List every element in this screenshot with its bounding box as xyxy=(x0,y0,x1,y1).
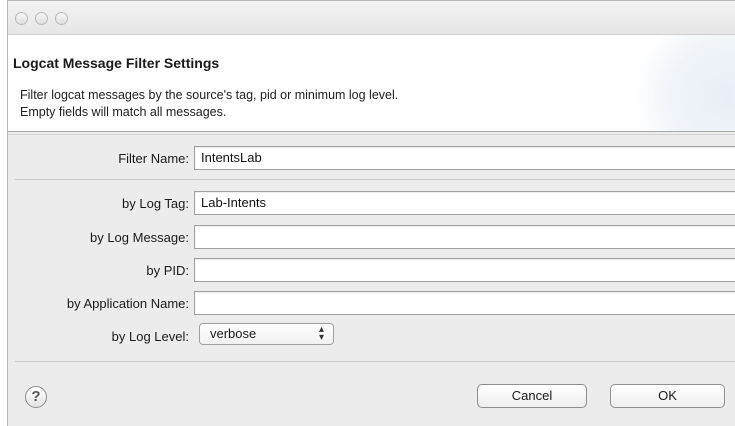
description-line: Empty fields will match all messages. xyxy=(20,105,227,119)
banner-divider xyxy=(8,134,735,135)
log-tag-label: by Log Tag: xyxy=(122,196,189,211)
app-name-label: by Application Name: xyxy=(66,296,189,311)
minimize-icon[interactable] xyxy=(35,12,48,25)
log-tag-input[interactable]: Lab-Intents xyxy=(194,191,735,215)
log-level-label: by Log Level: xyxy=(111,329,189,344)
description-line: Filter logcat messages by the source's t… xyxy=(20,88,399,102)
dialog-banner: Logcat Message Filter Settings Filter lo… xyxy=(8,35,735,132)
cancel-button[interactable]: Cancel xyxy=(477,384,587,408)
up-down-arrows-icon: ▴ ▾ xyxy=(318,324,324,343)
help-button[interactable]: ? xyxy=(25,386,47,408)
title-bar xyxy=(8,1,735,35)
footer-divider xyxy=(15,361,735,362)
dialog-window: Logcat Message Filter Settings Filter lo… xyxy=(7,0,735,426)
log-level-value: verbose xyxy=(210,326,257,341)
log-message-label: by Log Message: xyxy=(89,230,189,245)
app-name-input[interactable] xyxy=(194,291,735,315)
log-level-select[interactable]: verbose ▴ ▾ xyxy=(199,323,334,345)
filter-name-label: Filter Name: xyxy=(118,151,189,166)
dialog-title: Logcat Message Filter Settings xyxy=(13,55,220,71)
dialog-description: Filter logcat messages by the source's t… xyxy=(20,87,398,121)
pid-label: by PID: xyxy=(146,263,189,278)
log-message-input[interactable] xyxy=(194,225,735,249)
filter-name-input[interactable]: IntentsLab xyxy=(194,146,735,170)
ok-button[interactable]: OK xyxy=(610,384,725,408)
pid-input[interactable] xyxy=(194,258,735,282)
close-icon[interactable] xyxy=(15,12,28,25)
section-divider xyxy=(15,179,735,180)
banner-graphic xyxy=(625,35,735,131)
zoom-icon[interactable] xyxy=(55,12,68,25)
